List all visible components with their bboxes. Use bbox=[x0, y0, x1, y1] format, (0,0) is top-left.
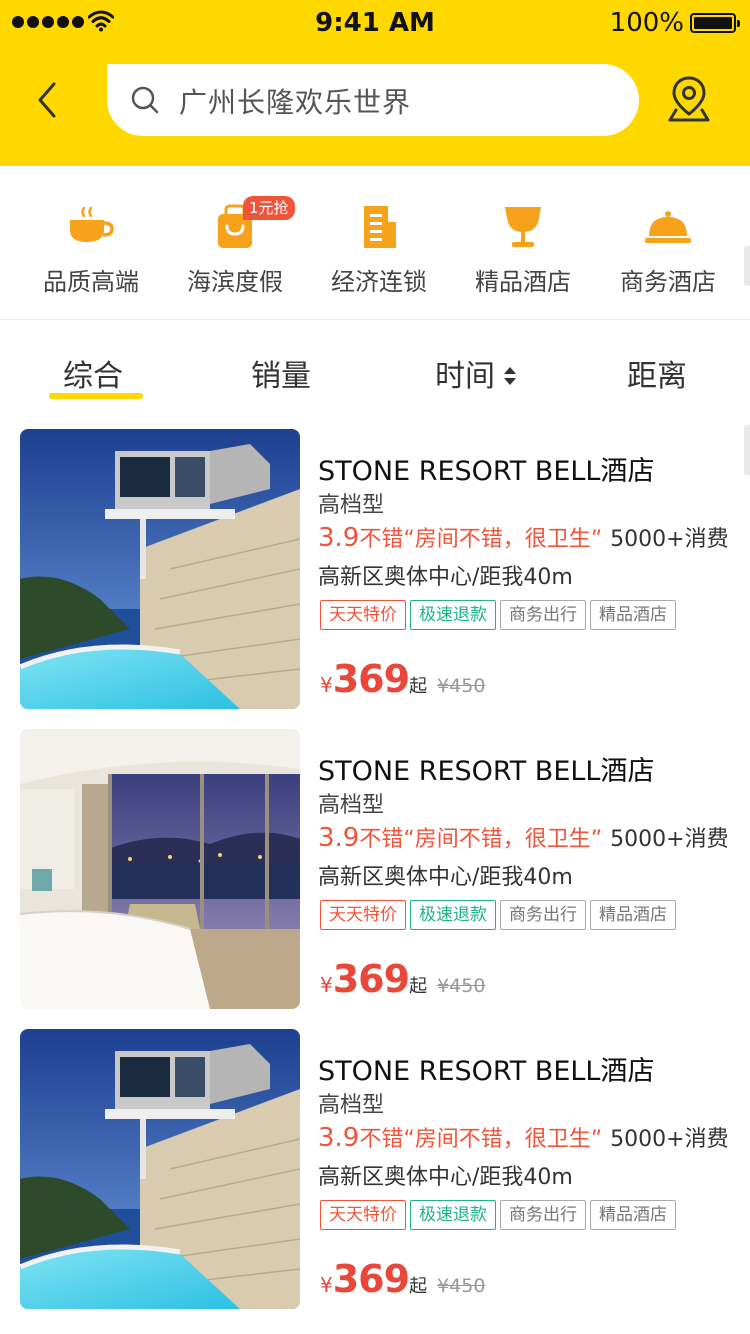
currency-symbol: ¥ bbox=[320, 973, 333, 997]
tab-sales[interactable]: 销量 bbox=[251, 351, 311, 395]
tab-time[interactable]: 时间 bbox=[435, 351, 517, 395]
active-tab-indicator bbox=[49, 393, 143, 399]
coffee-cup-icon bbox=[70, 206, 114, 242]
price-suffix: 起 bbox=[409, 976, 428, 997]
hotel-location: 高新区奥体中心/距我40m bbox=[318, 1165, 573, 1190]
category-economy[interactable]: 经济连锁 bbox=[309, 204, 449, 297]
tab-label: 时间 bbox=[435, 359, 495, 394]
category-seaside[interactable]: 1元抢 海滨度假 bbox=[165, 196, 305, 297]
hotel-name: STONE RESORT BELL酒店 bbox=[318, 756, 655, 787]
tag: 天天特价 bbox=[320, 1200, 406, 1230]
hotel-card[interactable]: STONE RESORT BELL酒店 高档型 3.9不错“房间不错，很卫生” 5… bbox=[0, 429, 750, 709]
tab-comprehensive[interactable]: 综合 bbox=[63, 351, 123, 395]
battery-percent: 100% bbox=[609, 8, 684, 38]
category-label: 品质高端 bbox=[43, 268, 139, 296]
resort-exterior-image bbox=[20, 429, 300, 709]
price-block: ¥369起 ¥450 bbox=[320, 657, 485, 701]
battery-icon bbox=[690, 13, 740, 33]
hotel-grade: 高档型 bbox=[318, 793, 385, 818]
review-snippet: 不错“房间不错，很卫生” bbox=[359, 527, 603, 552]
category-business[interactable]: 商务酒店 bbox=[598, 204, 738, 297]
tab-label: 距离 bbox=[627, 359, 687, 394]
tag: 天天特价 bbox=[320, 900, 406, 930]
hotel-photo bbox=[20, 1029, 300, 1309]
sort-tabs: 综合 销量 时间 距离 bbox=[0, 321, 750, 411]
tag: 商务出行 bbox=[500, 900, 586, 930]
tag: 商务出行 bbox=[500, 600, 586, 630]
scroll-indicator bbox=[744, 246, 750, 286]
tag: 精品酒店 bbox=[590, 1200, 676, 1230]
rating-score: 3.9 bbox=[318, 1123, 360, 1153]
tag: 商务出行 bbox=[500, 1200, 586, 1230]
price-value: 369 bbox=[332, 957, 410, 1001]
category-quality[interactable]: 品质高端 bbox=[21, 204, 161, 297]
price-block: ¥369起 ¥450 bbox=[320, 1257, 485, 1301]
sales-count: 5000+消费 bbox=[610, 827, 729, 852]
category-bar: 品质高端 1元抢 海滨度假 经济连锁 精品酒店 商务酒店 bbox=[0, 166, 750, 320]
sales-count: 5000+消费 bbox=[610, 527, 729, 552]
promo-badge: 1元抢 bbox=[243, 196, 295, 220]
price-block: ¥369起 ¥450 bbox=[320, 957, 485, 1001]
hotel-location: 高新区奥体中心/距我40m bbox=[318, 865, 573, 890]
price-value: 369 bbox=[332, 657, 410, 701]
category-boutique[interactable]: 精品酒店 bbox=[453, 204, 593, 297]
tag: 天天特价 bbox=[320, 600, 406, 630]
review-snippet: 不错“房间不错，很卫生” bbox=[359, 827, 603, 852]
original-price: ¥450 bbox=[437, 1275, 486, 1297]
hotel-rating: 3.9不错“房间不错，很卫生” 5000+消费 bbox=[318, 821, 729, 853]
hotel-card[interactable]: STONE RESORT BELL酒店 高档型 3.9不错“房间不错，很卫生” 5… bbox=[0, 1029, 750, 1309]
tab-label: 综合 bbox=[63, 359, 123, 394]
hotel-photo bbox=[20, 729, 300, 1009]
tab-distance[interactable]: 距离 bbox=[627, 351, 687, 395]
hotel-rating: 3.9不错“房间不错，很卫生” 5000+消费 bbox=[318, 521, 729, 553]
app-header: 9:41 AM 100% 广州长隆欢乐世界 bbox=[0, 0, 750, 166]
sales-count: 5000+消费 bbox=[610, 1127, 729, 1152]
tag: 极速退款 bbox=[410, 900, 496, 930]
tag-list: 天天特价 极速退款 商务出行 精品酒店 bbox=[320, 1200, 676, 1230]
original-price: ¥450 bbox=[437, 975, 486, 997]
price-suffix: 起 bbox=[409, 676, 428, 697]
tag: 极速退款 bbox=[410, 1200, 496, 1230]
hotel-location: 高新区奥体中心/距我40m bbox=[318, 565, 573, 590]
currency-symbol: ¥ bbox=[320, 1273, 333, 1297]
sort-arrows-icon bbox=[504, 366, 516, 385]
tag-list: 天天特价 极速退款 商务出行 精品酒店 bbox=[320, 900, 676, 930]
hotel-grade: 高档型 bbox=[318, 1093, 385, 1118]
status-bar: 9:41 AM 100% bbox=[0, 0, 750, 46]
hotel-name: STONE RESORT BELL酒店 bbox=[318, 1056, 655, 1087]
back-button[interactable] bbox=[28, 78, 68, 122]
tag-list: 天天特价 极速退款 商务出行 精品酒店 bbox=[320, 600, 676, 630]
tab-label: 销量 bbox=[251, 359, 311, 394]
search-icon bbox=[131, 86, 159, 114]
hotel-rating: 3.9不错“房间不错，很卫生” 5000+消费 bbox=[318, 1121, 729, 1153]
hotel-photo bbox=[20, 429, 300, 709]
hotel-card[interactable]: STONE RESORT BELL酒店 高档型 3.9不错“房间不错，很卫生” 5… bbox=[0, 729, 750, 1009]
rating-score: 3.9 bbox=[318, 823, 360, 853]
review-snippet: 不错“房间不错，很卫生” bbox=[359, 1127, 603, 1152]
tag: 精品酒店 bbox=[590, 600, 676, 630]
rating-score: 3.9 bbox=[318, 523, 360, 553]
original-price: ¥450 bbox=[437, 675, 486, 697]
hotel-room-image bbox=[20, 729, 300, 1009]
location-pin-button[interactable] bbox=[666, 74, 712, 124]
food-dome-icon bbox=[645, 211, 691, 243]
hotel-name: STONE RESORT BELL酒店 bbox=[318, 456, 655, 487]
category-label: 商务酒店 bbox=[620, 268, 716, 296]
resort-exterior-image bbox=[20, 1029, 300, 1309]
wine-glass-icon bbox=[505, 207, 541, 247]
hotel-grade: 高档型 bbox=[318, 493, 385, 518]
currency-symbol: ¥ bbox=[320, 673, 333, 697]
price-value: 369 bbox=[332, 1257, 410, 1301]
search-placeholder: 广州长隆欢乐世界 bbox=[179, 86, 412, 119]
tag: 精品酒店 bbox=[590, 900, 676, 930]
search-input[interactable]: 广州长隆欢乐世界 bbox=[107, 64, 639, 136]
category-label: 精品酒店 bbox=[475, 268, 571, 296]
category-label: 经济连锁 bbox=[331, 268, 427, 296]
category-label: 海滨度假 bbox=[187, 268, 283, 296]
price-suffix: 起 bbox=[409, 1276, 428, 1297]
tag: 极速退款 bbox=[410, 600, 496, 630]
building-icon bbox=[364, 206, 396, 248]
